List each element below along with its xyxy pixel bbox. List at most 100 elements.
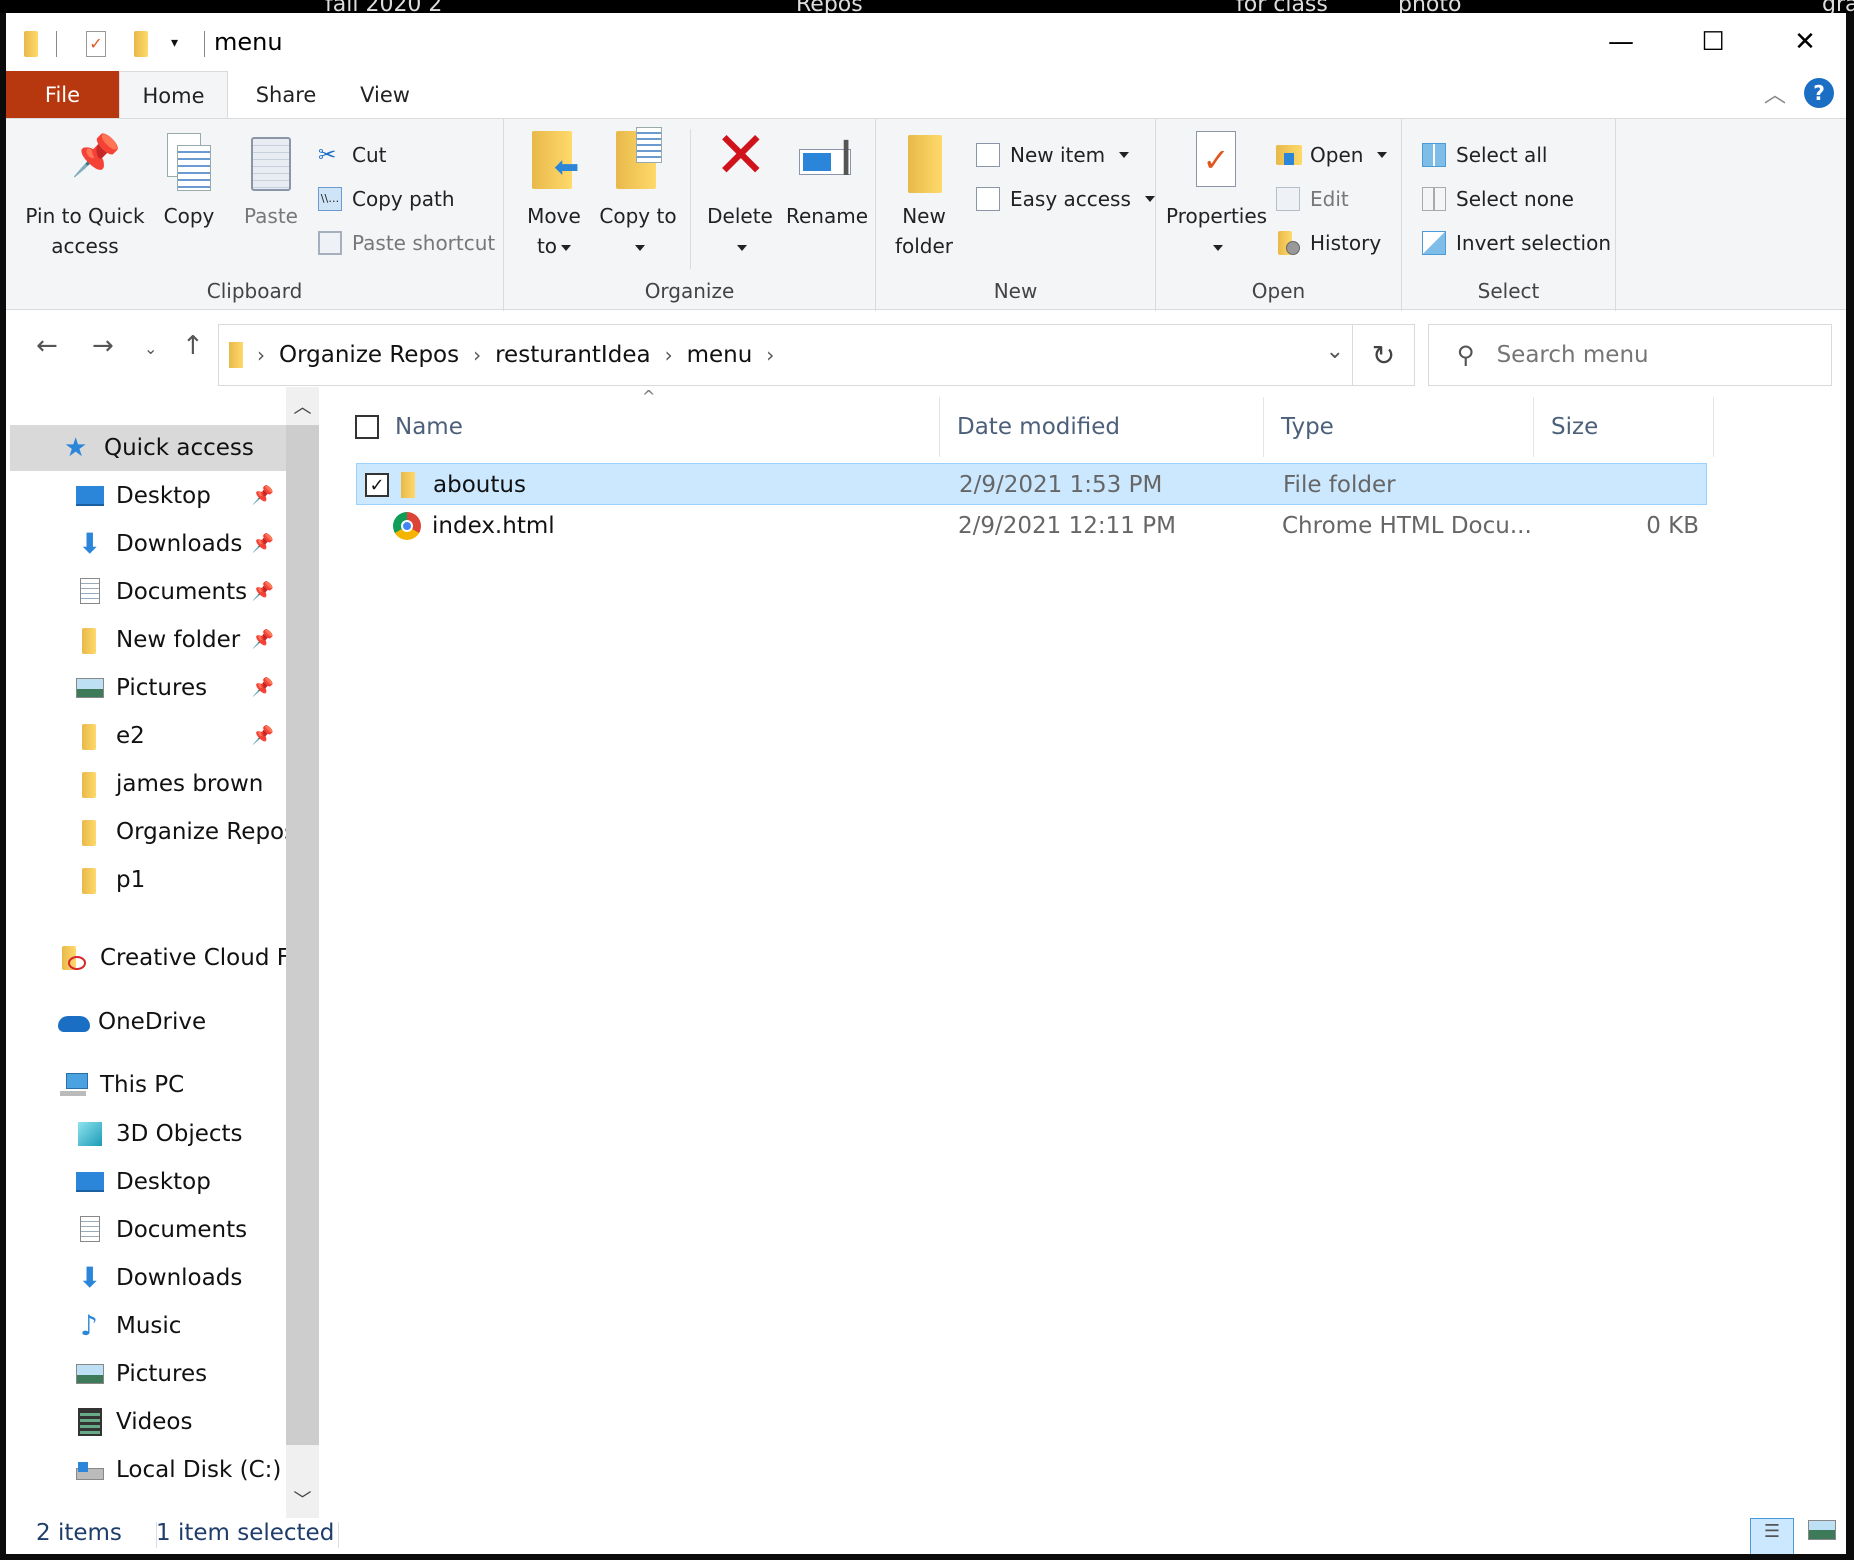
select-all-button[interactable]: Select all	[1422, 139, 1547, 171]
chevron-right-icon[interactable]: ›	[473, 343, 481, 367]
collapse-ribbon-icon[interactable]: ︿	[1764, 77, 1786, 109]
column-divider[interactable]	[939, 397, 940, 457]
file-row[interactable]: ✓ aboutus 2/9/2021 1:53 PM File folder	[356, 463, 1707, 505]
sidebar-item-creative-cloud[interactable]: Creative Cloud Files	[60, 935, 286, 981]
column-header-size[interactable]: Size	[1551, 397, 1598, 457]
new-folder-button[interactable]: New folder	[884, 127, 964, 261]
column-header-type[interactable]: Type	[1281, 397, 1334, 457]
tab-file[interactable]: File	[6, 71, 119, 119]
customize-quick-access-icon[interactable]: ▾	[171, 29, 187, 59]
column-header-date-modified[interactable]: Date modified	[957, 397, 1120, 457]
forward-button[interactable]: →	[92, 331, 114, 361]
back-button[interactable]: ←	[36, 331, 58, 361]
rename-button[interactable]: I Rename	[784, 127, 870, 231]
sidebar-item[interactable]: Organize Repos	[76, 809, 296, 855]
sidebar-item[interactable]: Pictures	[76, 1351, 286, 1397]
breadcrumb-item[interactable]: menu	[687, 342, 753, 368]
copy-button[interactable]: Copy	[154, 127, 224, 231]
select-group: Select all Select none Invert selection …	[1402, 119, 1616, 311]
column-divider[interactable]	[1533, 397, 1534, 457]
sidebar-item[interactable]: ⬇ Downloads	[76, 1255, 286, 1301]
history-button[interactable]: History	[1276, 227, 1381, 259]
refresh-button[interactable]: ↻	[1352, 325, 1414, 385]
sidebar-item[interactable]: james brown	[76, 761, 286, 807]
sidebar-item[interactable]: Desktop 📌	[76, 473, 286, 519]
sidebar-item[interactable]: ♪ Music	[76, 1303, 286, 1349]
edit-button[interactable]: Edit	[1276, 183, 1349, 215]
paste-shortcut-icon	[318, 231, 342, 255]
move-to-button[interactable]: ⬅ Move to	[514, 127, 594, 261]
select-all-checkbox[interactable]	[355, 397, 379, 457]
maximize-button[interactable]: ☐	[1668, 13, 1758, 71]
help-button[interactable]: ?	[1804, 78, 1834, 108]
search-input[interactable]	[1496, 342, 1797, 368]
up-button[interactable]: ↑	[182, 331, 204, 361]
sidebar-item[interactable]: Documents 📌	[76, 569, 286, 615]
chevron-right-icon[interactable]: ›	[766, 343, 774, 367]
breadcrumb-item[interactable]: resturantIdea	[495, 342, 650, 368]
sidebar-item[interactable]: ⬇ Downloads 📌	[76, 521, 286, 567]
row-checkbox[interactable]: ✓	[365, 464, 389, 506]
sidebar-item[interactable]: New folder 📌	[76, 617, 286, 663]
close-button[interactable]: ✕	[1760, 13, 1846, 71]
minimize-button[interactable]: —	[1576, 13, 1666, 71]
pin-icon[interactable]: 📌	[252, 581, 274, 602]
pin-icon[interactable]: 📌	[252, 725, 274, 746]
sidebar-item[interactable]: e2 📌	[76, 713, 286, 759]
window-title: menu	[214, 28, 283, 56]
column-header-name[interactable]: Name	[395, 397, 463, 457]
copy-to-button[interactable]: Copy to	[598, 127, 678, 261]
invert-selection-button[interactable]: Invert selection	[1422, 227, 1611, 259]
desktop-icon	[76, 1168, 104, 1196]
properties-quick-icon[interactable]: ✓	[86, 29, 108, 59]
pin-icon[interactable]: 📌	[252, 485, 274, 506]
tab-home[interactable]: Home	[119, 71, 228, 119]
recent-locations-button[interactable]: ⌄	[144, 339, 157, 358]
copy-label: Copy	[163, 204, 215, 228]
sidebar-item-onedrive[interactable]: OneDrive	[58, 999, 286, 1045]
sidebar-item[interactable]: Desktop	[76, 1159, 286, 1205]
sidebar-item[interactable]: Documents	[76, 1207, 286, 1253]
scrollbar-thumb[interactable]	[286, 425, 319, 1445]
pin-icon[interactable]: 📌	[252, 677, 274, 698]
sidebar-item[interactable]: p1	[76, 857, 286, 903]
scroll-down-icon[interactable]: ﹀	[286, 1486, 319, 1512]
new-folder-quick-icon[interactable]	[134, 29, 148, 59]
breadcrumb-item[interactable]: Organize Repos	[279, 342, 459, 368]
3d-objects-icon	[76, 1120, 104, 1148]
new-item-button[interactable]: New item	[976, 139, 1130, 171]
easy-access-button[interactable]: Easy access	[976, 183, 1155, 215]
tab-view[interactable]: View	[342, 71, 428, 119]
open-button[interactable]: Open	[1276, 139, 1388, 171]
sidebar-item[interactable]: Pictures 📌	[76, 665, 286, 711]
pin-icon[interactable]: 📌	[252, 533, 274, 554]
folder-icon	[76, 866, 104, 894]
details-view-button[interactable]: ☰	[1750, 1518, 1794, 1554]
address-bar[interactable]: › Organize Repos › resturantIdea › menu …	[218, 324, 1415, 386]
paste-shortcut-button[interactable]: Paste shortcut	[318, 227, 495, 259]
copy-path-button[interactable]: \\… Copy path	[318, 183, 455, 215]
column-divider[interactable]	[1263, 397, 1264, 457]
delete-button[interactable]: ✕ Delete	[700, 121, 780, 261]
paste-button[interactable]: Paste	[236, 127, 306, 231]
address-dropdown-icon[interactable]: ⌄	[1326, 339, 1344, 364]
sidebar-item[interactable]: Videos	[76, 1399, 286, 1445]
column-divider[interactable]	[1713, 397, 1714, 457]
properties-button[interactable]: ✓ Properties	[1166, 127, 1267, 261]
file-explorer-window: ✓ ▾ menu — ☐ ✕ File Home Share View ︿ ? …	[6, 13, 1846, 1554]
sidebar-scrollbar[interactable]: ︿ ﹀	[286, 387, 319, 1518]
file-row[interactable]: index.html 2/9/2021 12:11 PM Chrome HTML…	[356, 505, 1707, 547]
tab-share[interactable]: Share	[238, 71, 334, 119]
sidebar-item-this-pc[interactable]: This PC	[60, 1062, 286, 1108]
cut-button[interactable]: ✂ Cut	[318, 139, 386, 171]
sidebar-item[interactable]: Local Disk (C:)	[76, 1447, 286, 1493]
large-icons-view-button[interactable]	[1800, 1518, 1844, 1554]
sidebar-item[interactable]: 3D Objects	[76, 1111, 286, 1157]
chevron-right-icon[interactable]: ›	[257, 343, 265, 367]
scroll-up-icon[interactable]: ︿	[286, 393, 319, 419]
pin-to-quick-access-button[interactable]: 📌 Pin to Quick access	[20, 127, 150, 261]
pin-icon[interactable]: 📌	[252, 629, 274, 650]
select-none-button[interactable]: Select none	[1422, 183, 1574, 215]
sidebar-item-quick-access[interactable]: ★ Quick access	[10, 425, 286, 471]
chevron-right-icon[interactable]: ›	[665, 343, 673, 367]
